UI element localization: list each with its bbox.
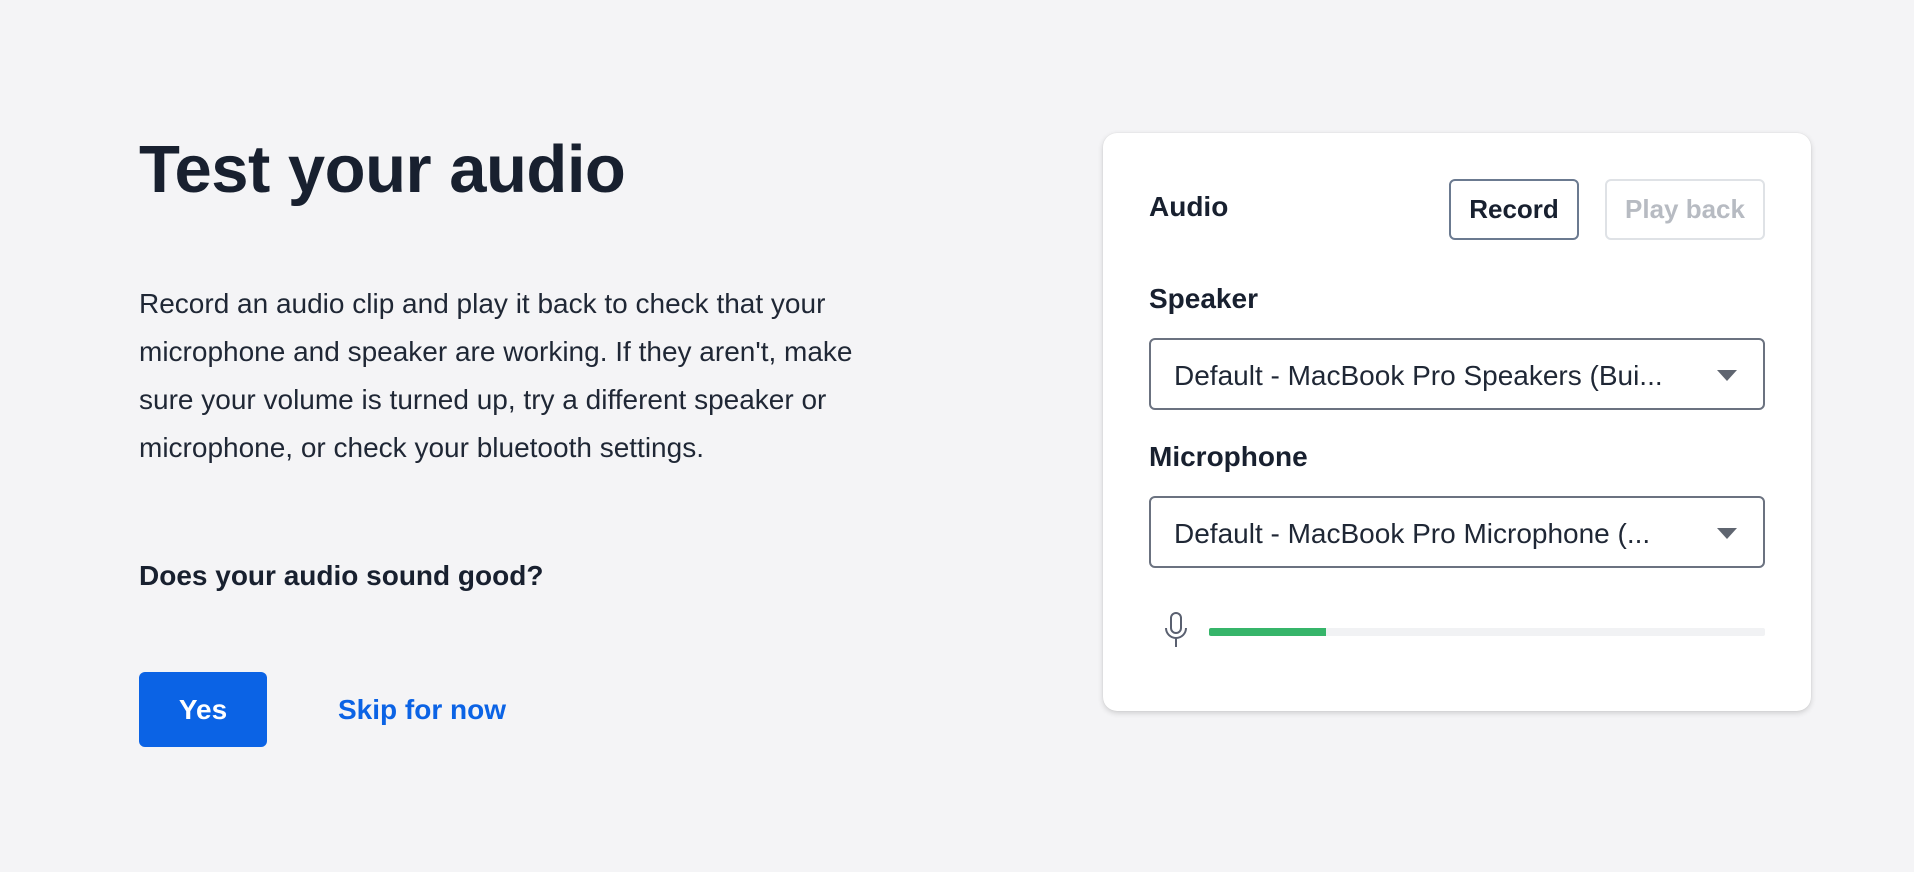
speaker-select-value: Default - MacBook Pro Speakers (Bui... xyxy=(1174,360,1663,391)
speaker-label: Speaker xyxy=(1149,283,1258,314)
audio-card-header: Audio Record Play back xyxy=(1149,179,1765,240)
caret-down-icon xyxy=(1717,370,1737,381)
microphone-icon xyxy=(1161,611,1191,651)
mic-level-track xyxy=(1209,628,1765,636)
audio-settings-card: Audio Record Play back Speaker Default -… xyxy=(1103,133,1811,711)
microphone-label: Microphone xyxy=(1149,441,1308,472)
mic-level-meter xyxy=(1161,611,1765,651)
audio-question: Does your audio sound good? xyxy=(139,560,544,591)
record-button[interactable]: Record xyxy=(1449,179,1579,240)
audio-card-title: Audio xyxy=(1149,191,1229,222)
caret-down-icon xyxy=(1717,528,1737,539)
intro-section: Test your audio Record an audio clip and… xyxy=(139,128,859,747)
speaker-select[interactable]: Default - MacBook Pro Speakers (Bui... xyxy=(1149,338,1765,410)
skip-for-now-link[interactable]: Skip for now xyxy=(338,694,506,726)
audio-test-page: Test your audio Record an audio clip and… xyxy=(0,0,1914,872)
mic-level-fill xyxy=(1209,628,1326,636)
action-row: Yes Skip for now xyxy=(139,672,859,747)
microphone-select[interactable]: Default - MacBook Pro Microphone (... xyxy=(1149,496,1765,568)
yes-button[interactable]: Yes xyxy=(139,672,267,747)
play-back-button[interactable]: Play back xyxy=(1605,179,1765,240)
page-title: Test your audio xyxy=(139,132,626,207)
microphone-select-value: Default - MacBook Pro Microphone (... xyxy=(1174,518,1651,549)
page-description: Record an audio clip and play it back to… xyxy=(139,288,853,463)
